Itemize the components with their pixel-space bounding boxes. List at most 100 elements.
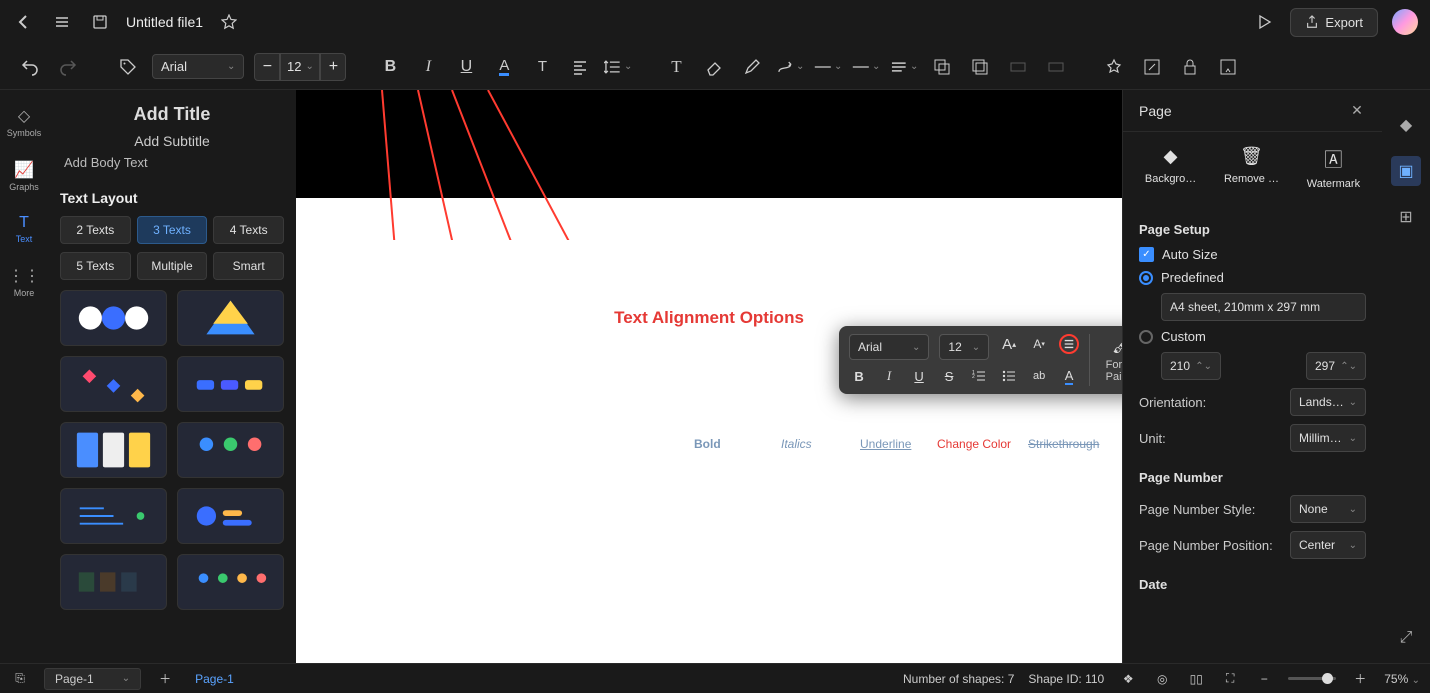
star-icon[interactable]: [217, 10, 241, 34]
redo-icon[interactable]: [54, 53, 82, 81]
line-spacing-icon[interactable]: ⌄: [604, 53, 632, 81]
layout-thumb[interactable]: [177, 290, 284, 346]
chip-2-texts[interactable]: 2 Texts: [60, 216, 131, 244]
ungroup-icon[interactable]: [1042, 53, 1070, 81]
text-tool-icon[interactable]: T: [662, 53, 690, 81]
float-bold-icon[interactable]: B: [849, 366, 869, 386]
background-tab[interactable]: ◆Backgro…: [1145, 146, 1196, 190]
layout-thumb[interactable]: [60, 290, 167, 346]
line-style-icon[interactable]: ⌄: [814, 53, 842, 81]
line-dash-icon[interactable]: ⌄: [852, 53, 880, 81]
close-icon[interactable]: ✕: [1348, 102, 1366, 119]
user-avatar[interactable]: [1392, 9, 1418, 35]
right-rail-theme[interactable]: ◆: [1391, 110, 1421, 140]
orientation-select[interactable]: Lands…⌄: [1290, 388, 1366, 416]
connector-icon[interactable]: ⌄: [776, 53, 804, 81]
save-icon[interactable]: [88, 10, 112, 34]
custom-radio[interactable]: [1139, 330, 1153, 344]
width-input[interactable]: 210⌃⌄: [1161, 352, 1221, 380]
page-number-position-select[interactable]: Center⌄: [1290, 531, 1366, 559]
font-size-decrease-button[interactable]: −: [254, 53, 280, 81]
layers-icon[interactable]: ❖: [1118, 672, 1138, 686]
sample-change-color[interactable]: Change Color: [937, 437, 1011, 451]
paper-size-select[interactable]: A4 sheet, 210mm x 297 mm: [1161, 293, 1366, 321]
sample-underline[interactable]: Underline: [860, 437, 911, 451]
float-italic-icon[interactable]: I: [879, 366, 899, 386]
chip-smart[interactable]: Smart: [213, 252, 284, 280]
right-rail-page[interactable]: ▣: [1391, 156, 1421, 186]
line-end-icon[interactable]: ⌄: [890, 53, 918, 81]
layer-icon[interactable]: [928, 53, 956, 81]
add-page-button[interactable]: ＋: [155, 670, 175, 687]
rail-graphs[interactable]: 📈Graphs: [6, 156, 42, 196]
eraser-icon[interactable]: [700, 53, 728, 81]
fullscreen-icon[interactable]: ⛶: [1220, 671, 1240, 686]
float-bullet-list-icon[interactable]: [999, 366, 1019, 386]
sample-bold[interactable]: Bold: [694, 437, 721, 451]
active-page-tab[interactable]: Page-1: [189, 669, 240, 689]
right-rail-grid[interactable]: ⊞: [1391, 202, 1421, 232]
chip-3-texts[interactable]: 3 Texts: [137, 216, 208, 244]
add-subtitle-button[interactable]: Add Subtitle: [60, 133, 284, 149]
layout-thumb[interactable]: [177, 554, 284, 610]
chip-4-texts[interactable]: 4 Texts: [213, 216, 284, 244]
zoom-slider[interactable]: [1288, 677, 1336, 680]
overlap-icon[interactable]: [966, 53, 994, 81]
page-tab-dropdown[interactable]: Page-1⌄: [44, 668, 141, 690]
text-transform-icon[interactable]: T: [528, 53, 556, 81]
layout-thumb[interactable]: [177, 488, 284, 544]
float-strikethrough-icon[interactable]: S: [939, 366, 959, 386]
lock-icon[interactable]: [1176, 53, 1204, 81]
float-numbered-list-icon[interactable]: 12: [969, 366, 989, 386]
align-icon[interactable]: [566, 53, 594, 81]
predefined-row[interactable]: Predefined: [1139, 270, 1366, 285]
add-body-text-button[interactable]: Add Body Text: [60, 155, 284, 170]
rail-more[interactable]: ⋮⋮More: [6, 262, 42, 302]
font-family-select[interactable]: Arial ⌄: [152, 54, 244, 79]
layout-thumb[interactable]: [177, 356, 284, 412]
document-title[interactable]: Untitled file1: [126, 14, 203, 30]
add-title-button[interactable]: Add Title: [60, 104, 284, 125]
zoom-in-button[interactable]: ＋: [1350, 670, 1370, 687]
rail-text[interactable]: TText: [6, 210, 42, 248]
zoom-label[interactable]: 75% ⌄: [1384, 672, 1420, 686]
float-size-select[interactable]: 12⌄: [939, 334, 989, 360]
font-size-increase-button[interactable]: +: [320, 53, 346, 81]
float-wrap-icon[interactable]: ab: [1029, 366, 1049, 386]
undo-icon[interactable]: [16, 53, 44, 81]
menu-icon[interactable]: [50, 10, 74, 34]
tag-icon[interactable]: [114, 53, 142, 81]
custom-row[interactable]: Custom: [1139, 329, 1366, 344]
float-font-color-icon[interactable]: A: [1059, 366, 1079, 386]
italic-icon[interactable]: I: [414, 53, 442, 81]
font-size-input[interactable]: 12⌄: [280, 53, 320, 81]
canvas-page[interactable]: [296, 198, 1122, 663]
chip-5-texts[interactable]: 5 Texts: [60, 252, 131, 280]
export-button[interactable]: Export: [1290, 8, 1378, 37]
bold-icon[interactable]: B: [376, 53, 404, 81]
height-input[interactable]: 297⌃⌄: [1306, 352, 1366, 380]
float-align-icon[interactable]: [1059, 334, 1079, 354]
underline-icon[interactable]: U: [452, 53, 480, 81]
float-font-select[interactable]: Arial⌄: [849, 334, 929, 360]
sample-strikethrough[interactable]: Strikethrough: [1028, 437, 1099, 451]
unit-select[interactable]: Millim…⌄: [1290, 424, 1366, 452]
page-number-style-select[interactable]: None⌄: [1290, 495, 1366, 523]
layout-thumb[interactable]: [60, 488, 167, 544]
font-decrease-icon[interactable]: A▾: [1029, 334, 1049, 354]
auto-size-row[interactable]: ✓ Auto Size: [1139, 247, 1366, 262]
effects-icon[interactable]: [1100, 53, 1128, 81]
sample-italics[interactable]: Italics: [781, 437, 812, 451]
layout-thumb[interactable]: [60, 422, 167, 478]
book-icon[interactable]: ▯▯: [1186, 672, 1206, 686]
right-rail-expand[interactable]: ⤢: [1391, 623, 1421, 653]
back-button[interactable]: [12, 10, 36, 34]
pen-icon[interactable]: [738, 53, 766, 81]
group-icon[interactable]: [1004, 53, 1032, 81]
rail-symbols[interactable]: ◇Symbols: [6, 102, 42, 142]
format-painter-button[interactable]: 🖌 Format Painter: [1100, 334, 1122, 386]
layout-thumb[interactable]: [60, 356, 167, 412]
font-color-icon[interactable]: A: [490, 53, 518, 81]
edit-icon[interactable]: [1138, 53, 1166, 81]
auto-size-checkbox[interactable]: ✓: [1139, 247, 1154, 262]
